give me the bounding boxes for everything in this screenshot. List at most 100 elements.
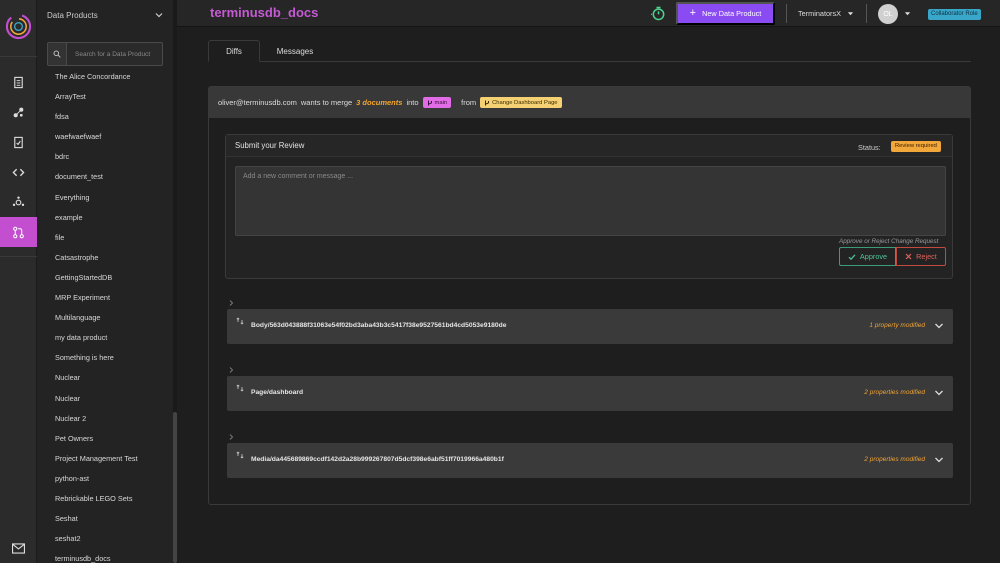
diff-row[interactable]: Media/da445689869ccdf142d2a28b999267807d… [227, 443, 953, 478]
sidebar-item-data-product[interactable]: seshat2 [37, 529, 173, 549]
branch-icon [485, 100, 490, 105]
hub-icon [12, 195, 25, 206]
rail-schema[interactable] [0, 187, 37, 217]
close-icon [905, 253, 912, 260]
sidebar-item-data-product[interactable]: terminusdb_docs [37, 549, 173, 563]
pull-request-icon [13, 226, 24, 238]
chevron-down-icon[interactable] [155, 11, 163, 19]
sidebar-header[interactable]: Data Products [47, 11, 98, 20]
source-branch-label: Change Dashboard Page [492, 99, 558, 106]
tab-messages[interactable]: Messages [262, 40, 328, 62]
sidebar-item-data-product[interactable]: Pet Owners [37, 429, 173, 449]
diff-icon [236, 317, 244, 325]
source-branch-badge: Change Dashboard Page [480, 97, 562, 108]
reject-button[interactable]: Reject [896, 247, 946, 266]
diff-row[interactable]: Page/dashboard 2 properties modified [227, 376, 953, 411]
sidebar-item-data-product[interactable]: ArrayTest [37, 87, 173, 107]
sidebar-item-data-product[interactable]: python-ast [37, 469, 173, 489]
sidebar-item-data-product[interactable]: Nuclear 2 [37, 409, 173, 429]
sidebar-item-data-product[interactable]: The Alice Concordance [37, 67, 173, 87]
merge-summary: oliver@terminusdb.com wants to merge 3 d… [209, 87, 970, 118]
graph-icon [13, 107, 24, 117]
approve-button[interactable]: Approve [839, 247, 896, 266]
chevron-right-icon[interactable] [227, 433, 235, 441]
sidebar-item-data-product[interactable]: GettingStartedDB [37, 268, 173, 288]
chevron-down-icon[interactable] [934, 388, 944, 398]
chevron-down-icon[interactable] [934, 455, 944, 465]
sidebar-item-data-product[interactable]: Rebrickable LEGO Sets [37, 489, 173, 509]
rail-changes[interactable] [0, 127, 37, 157]
sidebar-item-data-product[interactable]: document_test [37, 167, 173, 187]
chevron-down-icon[interactable] [847, 10, 854, 17]
merge-doc-count: 3 documents [356, 98, 403, 107]
sidebar-item-data-product[interactable]: file [37, 228, 173, 248]
diff-row[interactable]: Body/563d043888f31063e54f02bd3aba43b3c54… [227, 309, 953, 344]
merge-user: oliver@terminusdb.com [218, 98, 297, 107]
sidebar-item-data-product[interactable]: waefwaefwaef [37, 127, 173, 147]
diff-modified-count: 2 properties modified [864, 456, 925, 463]
sidebar-item-data-product[interactable]: MRP Experiment [37, 288, 173, 308]
review-panel: Submit your Review Status: Review requir… [225, 134, 953, 279]
chevron-down-icon[interactable] [934, 321, 944, 331]
team-selector[interactable]: TerminatorsX [798, 9, 841, 18]
diff-modified-count: 2 properties modified [864, 389, 925, 396]
data-product-sidebar: Data Products The Alice ConcordanceArray… [37, 0, 173, 563]
sidebar-item-data-product[interactable]: Everything [37, 188, 173, 208]
sidebar-item-data-product[interactable]: my data product [37, 328, 173, 348]
diff-document-id: Page/dashboard [251, 389, 304, 396]
sidebar-item-data-product[interactable]: Nuclear [37, 389, 173, 409]
data-product-search [47, 42, 163, 66]
change-request-tabs: Diffs Messages [208, 40, 971, 62]
mail-icon[interactable] [12, 543, 25, 554]
topbar-divider [786, 4, 787, 23]
topbar-divider [866, 4, 867, 23]
timer-icon[interactable] [651, 6, 666, 21]
terminusdb-logo-icon[interactable] [5, 13, 32, 40]
sidebar-item-data-product[interactable]: Something is here [37, 348, 173, 368]
document-icon [14, 76, 23, 88]
tab-diffs[interactable]: Diffs [208, 40, 260, 62]
sidebar-item-data-product[interactable]: Nuclear [37, 368, 173, 388]
diff-document-id: Body/563d043888f31063e54f02bd3aba43b3c54… [251, 322, 507, 329]
diff-document-id: Media/da445689869ccdf142d2a28b999267807d… [251, 456, 504, 463]
new-data-product-button[interactable]: + New Data Product [676, 2, 775, 25]
sidebar-item-data-product[interactable]: Multilanguage [37, 308, 173, 328]
chevron-right-icon[interactable] [227, 366, 235, 374]
avatar[interactable]: OL [878, 4, 898, 24]
merge-text: wants to merge [300, 98, 353, 107]
status-label: Status: [858, 143, 881, 152]
status-badge: Review required [891, 141, 941, 152]
search-input[interactable] [67, 44, 162, 64]
sidebar-scrollbar-thumb[interactable] [173, 412, 177, 563]
top-bar: terminusdb_docs + New Data Product Termi… [177, 0, 1000, 27]
checklist-icon [14, 136, 23, 148]
chevron-down-icon[interactable] [904, 10, 911, 17]
data-product-list: The Alice Concordance ArrayTest fdsa waefwa… [37, 67, 173, 563]
check-icon [848, 253, 856, 260]
merge-into: into [406, 98, 419, 107]
merge-from: from [461, 98, 477, 107]
rail-change-requests[interactable] [0, 217, 37, 247]
data-product-title: terminusdb_docs [210, 5, 319, 20]
new-data-product-label: New Data Product [702, 9, 762, 18]
chevron-right-icon[interactable] [227, 299, 235, 307]
target-branch-badge: main [422, 97, 452, 108]
sidebar-item-data-product[interactable]: Catsastrophe [37, 248, 173, 268]
sidebar-item-data-product[interactable]: fdsa [37, 107, 173, 127]
target-branch-label: main [434, 99, 448, 106]
rail-documents[interactable] [0, 67, 37, 97]
sidebar-item-data-product[interactable]: bdrc [37, 147, 173, 167]
rail-graph[interactable] [0, 97, 37, 127]
comment-textarea[interactable] [235, 166, 946, 236]
diff-icon [236, 451, 244, 459]
review-title: Submit your Review [235, 141, 305, 150]
sidebar-item-data-product[interactable]: Project Management Test [37, 449, 173, 469]
rail-query[interactable] [0, 157, 37, 187]
app-root: Data Products The Alice ConcordanceArray… [0, 0, 1000, 563]
sidebar-item-data-product[interactable]: Seshat [37, 509, 173, 529]
code-icon [12, 168, 25, 176]
role-badge: Collaborator Role [928, 9, 981, 20]
merge-card: oliver@terminusdb.com wants to merge 3 d… [208, 86, 971, 505]
sidebar-item-data-product[interactable]: example [37, 208, 173, 228]
diff-modified-count: 1 property modified [869, 322, 925, 329]
